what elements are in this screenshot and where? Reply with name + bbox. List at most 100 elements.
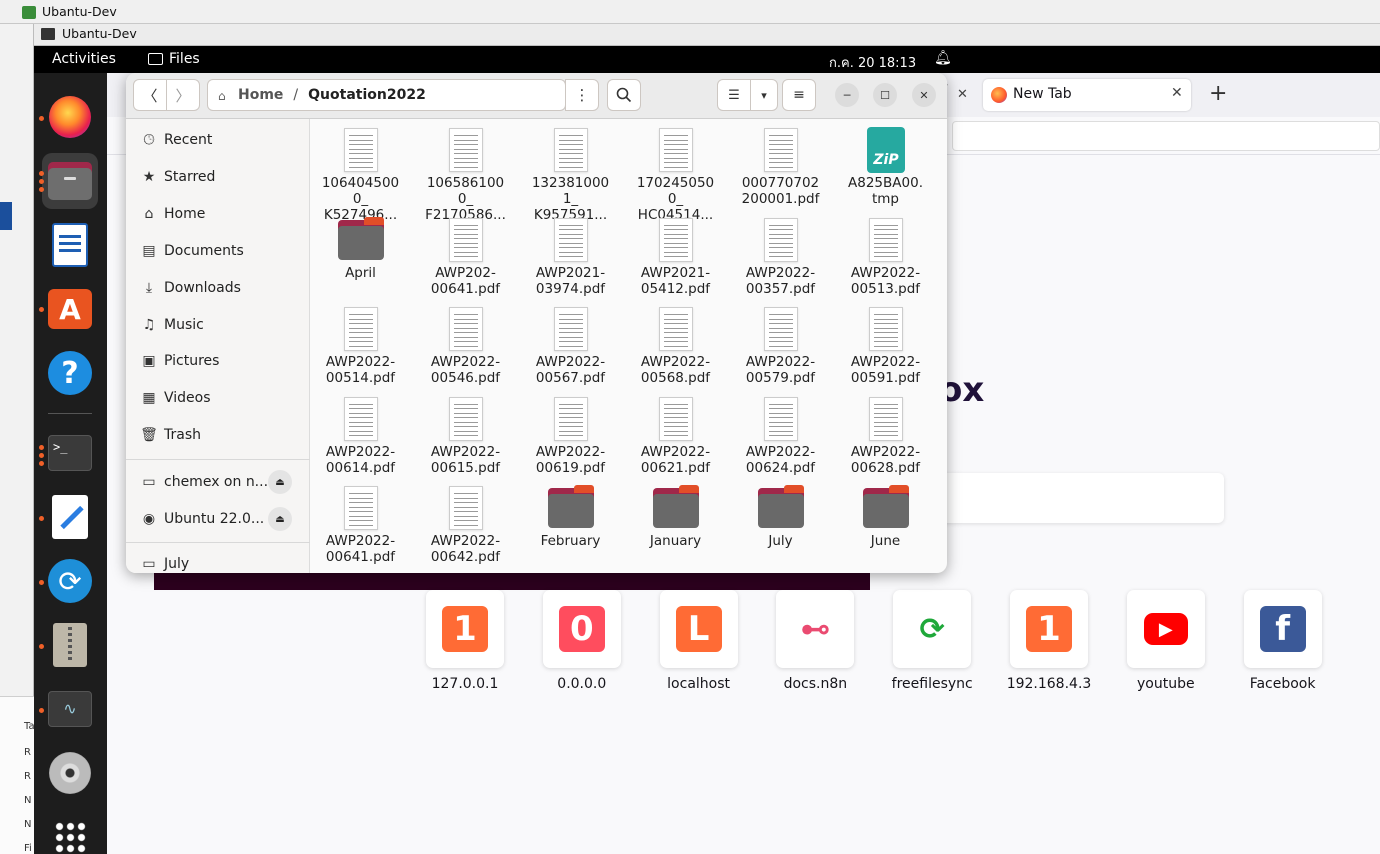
host-list-item[interactable]: Fi (24, 843, 32, 854)
tab-new-tab[interactable]: New Tab ✕ (983, 79, 1191, 111)
files-headerbar: 〈 〉 ⌂ Home / Quotation2022 ⋮ ☰ ▾ ≡ ─ ☐ ✕ (126, 73, 947, 119)
firefox-search-box[interactable] (907, 473, 1224, 523)
file-item[interactable]: AWP2022- 00357.pdf (728, 211, 833, 299)
file-item[interactable]: 170245050 0_ HC04514... (623, 121, 728, 223)
dock-terminal[interactable]: >_ (42, 425, 98, 481)
sidebar-item-videos[interactable]: ▦ Videos (126, 380, 310, 416)
close-icon[interactable]: ✕ (957, 87, 968, 102)
network-folder-icon: ▭ (142, 474, 156, 491)
dock-running-indicator (39, 516, 44, 521)
sidebar-item-ubuntu-22-0[interactable]: ◉ Ubuntu 22.0... ⏏ (126, 501, 310, 537)
file-item[interactable]: AWP2022- 00514.pdf (310, 300, 413, 388)
minimize-button[interactable]: ─ (835, 83, 859, 107)
list-view-button[interactable]: ☰ (717, 79, 751, 111)
dock-help[interactable]: ? (42, 345, 98, 401)
maximize-icon: ☐ (880, 88, 890, 102)
sidebar-item-label: Home (164, 205, 206, 222)
dock-libreoffice-writer[interactable] (42, 217, 98, 273)
shortcut-tile-facebook[interactable]: f Facebook (1233, 590, 1333, 700)
main-menu-button[interactable]: ≡ (782, 79, 816, 111)
file-item[interactable]: AWP2022- 00641.pdf (310, 479, 413, 567)
sidebar-item-pictures[interactable]: ▣ Pictures (126, 343, 310, 379)
dock-disc[interactable] (42, 745, 98, 801)
shortcut-tile-localhost[interactable]: Llocalhost (649, 590, 749, 700)
folder-menu-button[interactable]: ⋮ (565, 79, 599, 111)
path-home[interactable]: Home (238, 87, 283, 103)
view-options-button[interactable]: ▾ (750, 79, 778, 111)
shortcut-tile-youtube[interactable]: ▶ youtube (1116, 590, 1216, 700)
host-window-icon (22, 6, 36, 19)
host-list-item[interactable]: N (24, 819, 31, 830)
folder-item[interactable]: July (728, 479, 833, 567)
search-button[interactable] (607, 79, 641, 111)
activities-button[interactable]: Activities (52, 51, 116, 67)
maximize-button[interactable]: ☐ (873, 83, 897, 107)
file-item[interactable]: AWP2022- 00615.pdf (413, 390, 518, 478)
file-item[interactable]: AWP202- 00641.pdf (413, 211, 518, 299)
file-item[interactable]: AWP2022- 00591.pdf (833, 300, 938, 388)
file-item[interactable]: AWP2021- 05412.pdf (623, 211, 728, 299)
shortcut-tile-192-168-4-3[interactable]: 1 192.168.4.3 (999, 590, 1099, 700)
shortcut-tile-127-0-0-1[interactable]: 1 127.0.0.1 (415, 590, 515, 700)
dock-app-center[interactable]: A (42, 281, 98, 337)
sidebar-item-home[interactable]: ⌂ Home (126, 196, 310, 232)
folder-item[interactable]: June (833, 479, 938, 567)
dock-text-editor[interactable] (42, 489, 98, 545)
sidebar-item-starred[interactable]: ★ Starred (126, 159, 310, 195)
sidebar-item-label: Starred (164, 168, 216, 185)
file-item[interactable]: AWP2022- 00579.pdf (728, 300, 833, 388)
shortcut-tile-docs-n8n[interactable]: ⊷ docs.n8n (765, 590, 865, 700)
path-current[interactable]: Quotation2022 (308, 87, 426, 103)
folder-item[interactable]: January (623, 479, 728, 567)
file-item[interactable]: 106404500 0_ K527496... (310, 121, 413, 223)
close-icon[interactable]: ✕ (1171, 85, 1183, 101)
host-list-item[interactable]: R (24, 771, 31, 782)
sidebar-item-july[interactable]: ▭ July (126, 546, 310, 573)
file-item[interactable]: 106586100 0_ F2170586... (413, 121, 518, 223)
file-item[interactable]: 132381000 1_ K957591... (518, 121, 623, 223)
file-item[interactable]: AWP2022- 00568.pdf (623, 300, 728, 388)
file-item[interactable]: 000770702 200001.pdf (728, 121, 833, 209)
host-list-item[interactable]: R (24, 747, 31, 758)
file-name: July (768, 533, 793, 549)
sidebar-item-chemex-on-n[interactable]: ▭ chemex on n... ⏏ (126, 464, 310, 500)
file-item[interactable]: AWP2021- 03974.pdf (518, 211, 623, 299)
eject-icon[interactable]: ⏏ (268, 507, 292, 531)
back-button[interactable]: 〈 (133, 79, 167, 111)
sidebar-item-recent[interactable]: 🕒︎ Recent (126, 122, 310, 158)
file-item[interactable]: AWP2022- 00619.pdf (518, 390, 623, 478)
sidebar-item-documents[interactable]: ▤ Documents (126, 233, 310, 269)
shortcut-tile-0-0-0-0[interactable]: 0 0.0.0.0 (532, 590, 632, 700)
dock-firefox[interactable] (42, 89, 98, 145)
file-item[interactable]: AWP2022- 00614.pdf (310, 390, 413, 478)
path-bar[interactable]: ⌂ Home / Quotation2022 (207, 79, 566, 111)
folder-item[interactable]: February (518, 479, 623, 567)
file-item[interactable]: AWP2022- 00513.pdf (833, 211, 938, 299)
file-item[interactable]: AWP2022- 00567.pdf (518, 300, 623, 388)
sidebar-item-music[interactable]: ♫ Music (126, 307, 310, 343)
close-button[interactable]: ✕ (912, 83, 936, 107)
bell-icon[interactable]: 🔔︎ (934, 50, 952, 66)
file-item[interactable]: AWP2022- 00621.pdf (623, 390, 728, 478)
file-item[interactable]: AWP2022- 00628.pdf (833, 390, 938, 478)
clock[interactable]: ก.ค. 20 18:13 (829, 52, 916, 73)
sidebar-item-trash[interactable]: 🗑︎ Trash (126, 417, 310, 453)
app-menu[interactable]: Files (148, 51, 200, 67)
new-tab-plus-icon[interactable]: + (1209, 81, 1227, 106)
eject-icon[interactable]: ⏏ (268, 470, 292, 495)
shortcut-tile-freefilesync[interactable]: ⟳ freefilesync (882, 590, 982, 700)
sidebar-item-downloads[interactable]: ⤓ Downloads (126, 270, 310, 306)
host-list-item[interactable]: N (24, 795, 31, 806)
file-item[interactable]: AWP2022- 00642.pdf (413, 479, 518, 567)
file-item[interactable]: AWP2022- 00546.pdf (413, 300, 518, 388)
dock-archive-manager[interactable] (42, 617, 98, 673)
folder-item[interactable]: April (310, 211, 413, 299)
file-item[interactable]: ZiP A825BA00. tmp (833, 121, 938, 209)
file-item[interactable]: AWP2022- 00624.pdf (728, 390, 833, 478)
dock-system-monitor[interactable]: ∿ (42, 681, 98, 737)
dock-software-updater[interactable]: ⟳ (42, 553, 98, 609)
url-input[interactable] (952, 121, 1380, 151)
dock-show-apps[interactable] (42, 809, 98, 854)
dock-files[interactable] (42, 153, 98, 209)
forward-button[interactable]: 〉 (166, 79, 200, 111)
